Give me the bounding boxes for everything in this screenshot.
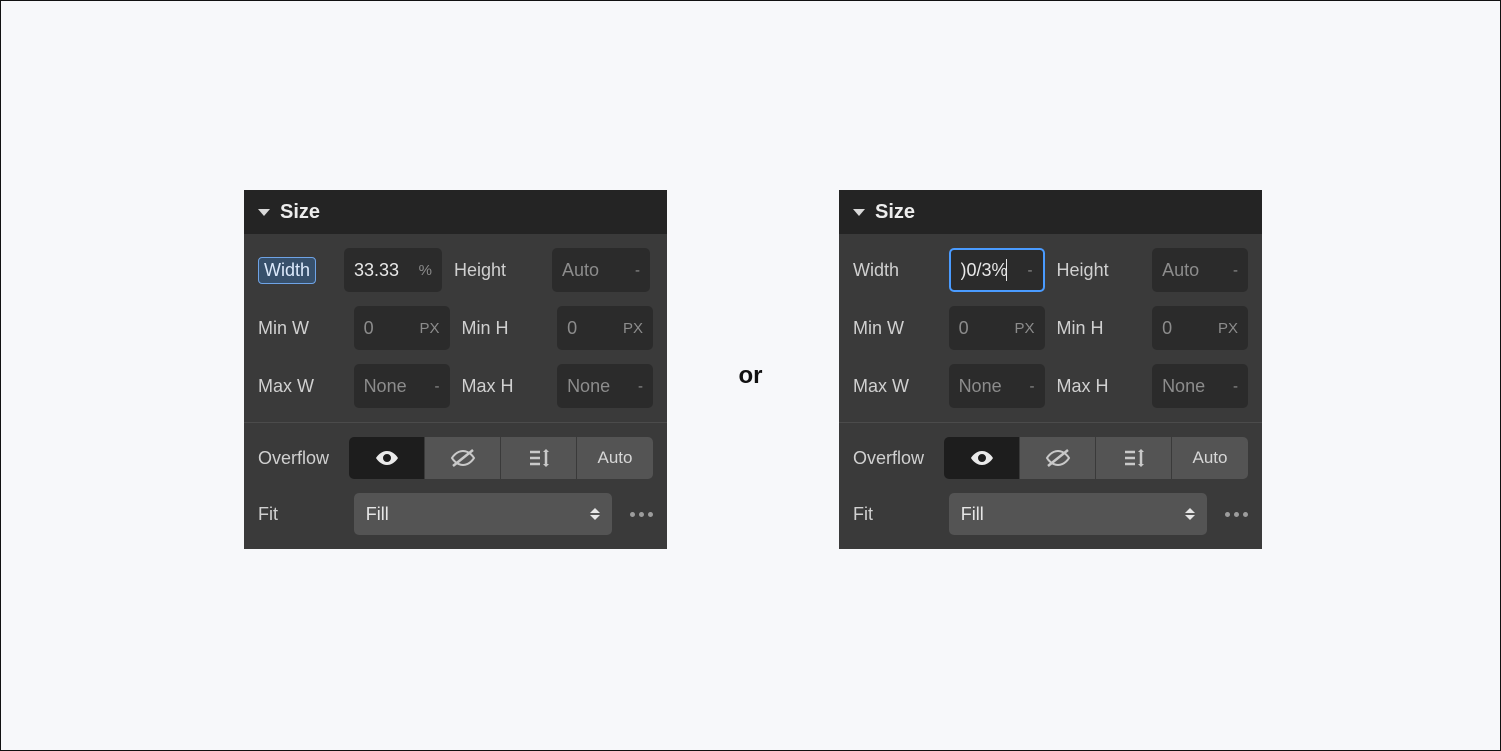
overflow-auto-label: Auto (598, 448, 633, 468)
more-options-button[interactable] (1225, 512, 1248, 517)
fit-select[interactable]: Fill (949, 493, 1207, 535)
width-input[interactable]: 33.33 % (344, 248, 442, 292)
height-unit[interactable]: - (1233, 262, 1238, 279)
size-panel-right: Size Width )0/3% - Height Auto - Min W 0… (839, 190, 1262, 549)
fit-value: Fill (961, 504, 984, 525)
more-options-button[interactable] (630, 512, 653, 517)
max-height-input[interactable]: None - (1152, 364, 1248, 408)
min-width-unit[interactable]: PX (419, 320, 439, 337)
height-input[interactable]: Auto - (552, 248, 650, 292)
min-height-unit[interactable]: PX (623, 320, 643, 337)
min-width-unit[interactable]: PX (1014, 320, 1034, 337)
max-width-placeholder: None (959, 376, 1002, 397)
fit-label: Fit (853, 504, 943, 525)
min-width-input[interactable]: 0 PX (949, 306, 1045, 350)
text-cursor-icon (1006, 259, 1007, 281)
max-height-placeholder: None (1162, 376, 1205, 397)
max-height-unit[interactable]: - (1233, 378, 1238, 395)
max-width-input[interactable]: None - (949, 364, 1045, 408)
max-height-label[interactable]: Max H (1057, 376, 1147, 397)
min-height-placeholder: 0 (1162, 318, 1172, 339)
min-height-input[interactable]: 0 PX (1152, 306, 1248, 350)
overflow-scroll-button[interactable] (1096, 437, 1172, 479)
scroll-icon (1122, 447, 1146, 469)
height-label[interactable]: Height (454, 260, 546, 281)
size-panel-left: Size Width 33.33 % Height Auto - Min W 0… (244, 190, 667, 549)
max-width-placeholder: None (364, 376, 407, 397)
overflow-segmented: Auto (944, 437, 1248, 479)
panel-title: Size (875, 201, 915, 224)
scroll-icon (527, 447, 551, 469)
panel-header[interactable]: Size (839, 190, 1262, 234)
min-width-placeholder: 0 (959, 318, 969, 339)
overflow-auto-button[interactable]: Auto (577, 437, 653, 479)
overflow-label: Overflow (258, 448, 343, 469)
width-unit[interactable]: - (1028, 262, 1033, 279)
min-height-placeholder: 0 (567, 318, 577, 339)
eye-off-icon (450, 448, 476, 468)
height-label[interactable]: Height (1057, 260, 1147, 281)
max-width-label[interactable]: Max W (258, 376, 348, 397)
overflow-hidden-button[interactable] (1020, 437, 1096, 479)
width-label[interactable]: Width (853, 260, 943, 281)
width-label[interactable]: Width (258, 257, 316, 284)
max-width-unit[interactable]: - (435, 378, 440, 395)
max-height-label[interactable]: Max H (462, 376, 552, 397)
min-width-label[interactable]: Min W (258, 318, 348, 339)
panel-header[interactable]: Size (244, 190, 667, 234)
collapse-triangle-icon (853, 209, 865, 216)
min-width-input[interactable]: 0 PX (354, 306, 450, 350)
width-value: )0/3% (961, 260, 1008, 281)
min-height-label[interactable]: Min H (1057, 318, 1147, 339)
overflow-segmented: Auto (349, 437, 653, 479)
min-height-input[interactable]: 0 PX (557, 306, 653, 350)
width-unit[interactable]: % (419, 262, 432, 279)
eye-icon (374, 449, 400, 467)
max-width-input[interactable]: None - (354, 364, 450, 408)
fit-label: Fit (258, 504, 348, 525)
collapse-triangle-icon (258, 209, 270, 216)
overflow-visible-button[interactable] (349, 437, 425, 479)
min-height-label[interactable]: Min H (462, 318, 552, 339)
panel-title: Size (280, 201, 320, 224)
stepper-icon (590, 508, 600, 520)
min-width-placeholder: 0 (364, 318, 374, 339)
overflow-auto-button[interactable]: Auto (1172, 437, 1248, 479)
height-placeholder: Auto (562, 260, 599, 281)
fit-value: Fill (366, 504, 389, 525)
max-height-input[interactable]: None - (557, 364, 653, 408)
height-input[interactable]: Auto - (1152, 248, 1248, 292)
overflow-hidden-button[interactable] (425, 437, 501, 479)
max-height-placeholder: None (567, 376, 610, 397)
width-value: 33.33 (354, 260, 399, 281)
fit-select[interactable]: Fill (354, 493, 612, 535)
stepper-icon (1185, 508, 1195, 520)
separator-text: or (739, 362, 763, 390)
max-width-unit[interactable]: - (1030, 378, 1035, 395)
height-placeholder: Auto (1162, 260, 1199, 281)
eye-off-icon (1045, 448, 1071, 468)
height-unit[interactable]: - (635, 262, 640, 279)
min-height-unit[interactable]: PX (1218, 320, 1238, 337)
overflow-label: Overflow (853, 448, 938, 469)
min-width-label[interactable]: Min W (853, 318, 943, 339)
overflow-visible-button[interactable] (944, 437, 1020, 479)
max-width-label[interactable]: Max W (853, 376, 943, 397)
width-input[interactable]: )0/3% - (949, 248, 1045, 292)
max-height-unit[interactable]: - (638, 378, 643, 395)
overflow-scroll-button[interactable] (501, 437, 577, 479)
overflow-auto-label: Auto (1193, 448, 1228, 468)
eye-icon (969, 449, 995, 467)
